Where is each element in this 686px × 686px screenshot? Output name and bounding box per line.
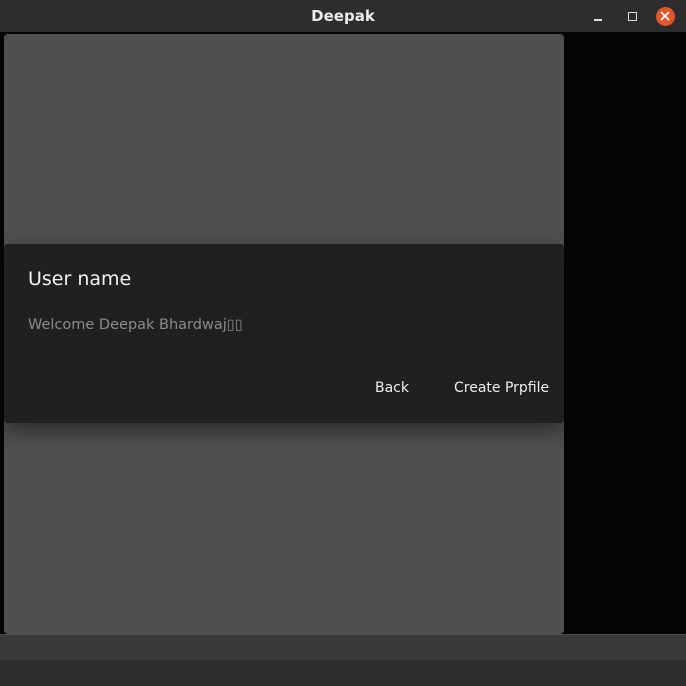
maximize-icon [627,11,637,21]
close-icon [655,6,675,26]
user-name-dialog: User name Welcome Deepak Bhardwaj▯▯ Back… [4,244,564,423]
minimize-icon [594,19,602,21]
back-button[interactable]: Back [375,380,409,396]
maximize-button[interactable] [622,6,642,26]
window-title: Deepak [311,7,375,25]
dialog-title: User name [28,268,132,290]
close-button[interactable] [655,6,675,26]
minimize-button[interactable] [588,6,608,26]
bottom-panel-lower [0,660,686,686]
dialog-message: Welcome Deepak Bhardwaj▯▯ [28,317,243,333]
bottom-panel [0,634,686,661]
create-profile-button[interactable]: Create Prpfile [454,380,549,396]
window-titlebar: Deepak [0,0,686,32]
